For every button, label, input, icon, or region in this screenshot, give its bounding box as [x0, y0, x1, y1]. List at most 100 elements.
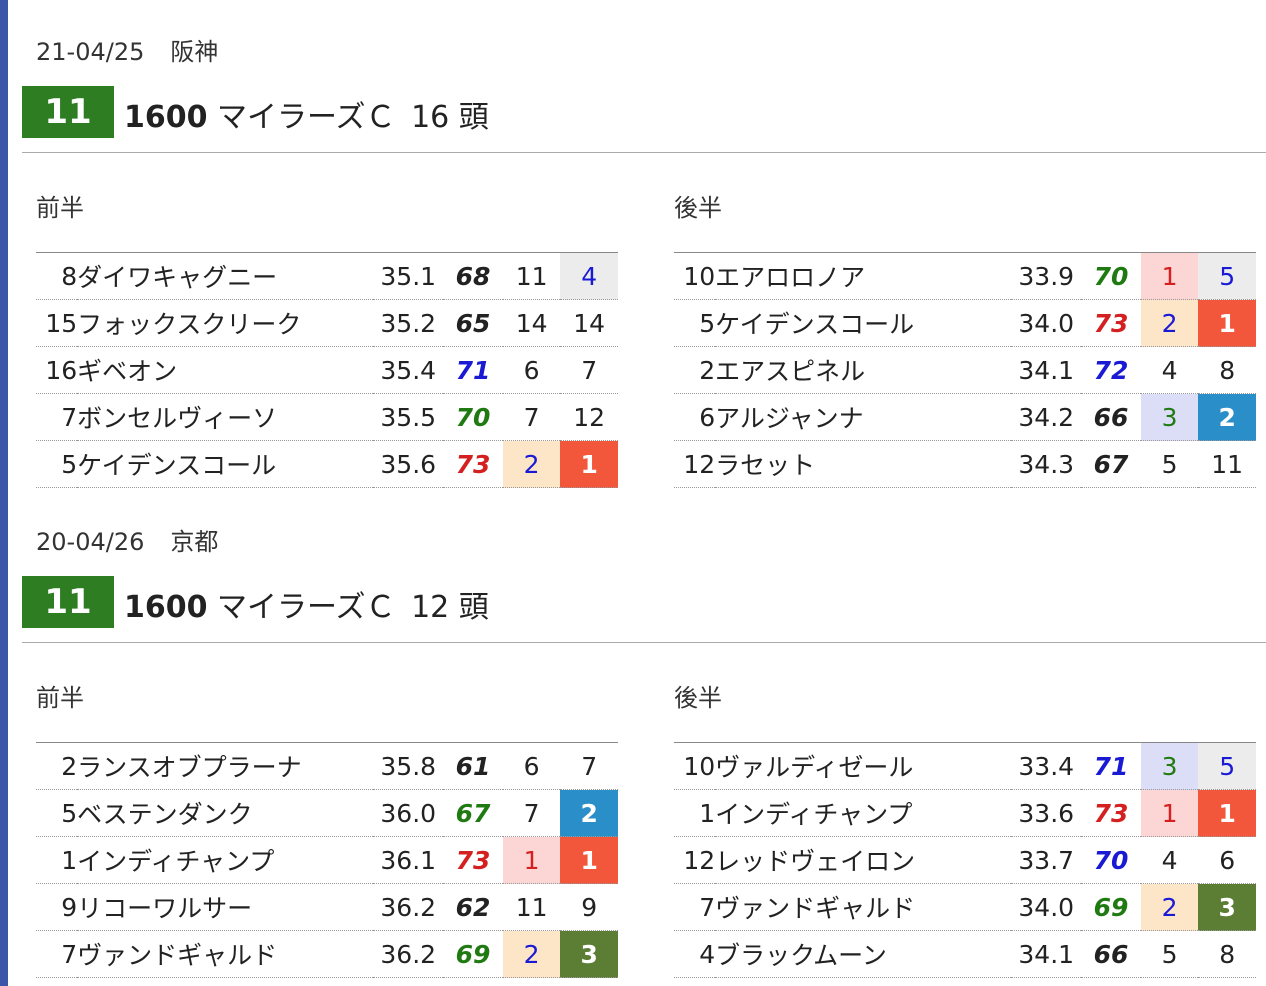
table-row: 10 エアロロノア 33.9 70 1 5: [674, 252, 1256, 300]
horse-number: 7: [674, 883, 716, 931]
split-time: 33.7: [1011, 836, 1082, 884]
horse-number: 10: [674, 252, 716, 300]
race-date-line: 20-04/26 京都: [36, 522, 218, 557]
rank-a: 2: [1140, 883, 1199, 931]
table-row: 7 ヴァンドギャルド 34.0 69 2 3: [674, 883, 1256, 931]
horse-number: 5: [674, 299, 716, 347]
rank-b: 1: [560, 836, 618, 884]
split-time: 34.0: [1011, 299, 1082, 347]
horse-name[interactable]: ダイワキャグニー: [77, 252, 374, 300]
rank-b: 4: [560, 252, 618, 300]
horse-name[interactable]: ヴァルディゼール: [715, 742, 1012, 790]
horse-name[interactable]: インディチャンプ: [77, 836, 374, 884]
second-half-label: 後半: [674, 194, 722, 222]
horse-name[interactable]: ケイデンスコール: [77, 440, 374, 488]
horse-name[interactable]: エアロロノア: [715, 252, 1012, 300]
race-header: 11 1600 マイラーズＣ 16 頭: [22, 86, 1266, 138]
horse-name[interactable]: ブラックムーン: [715, 930, 1012, 978]
speed-index: 68: [443, 252, 503, 300]
table-row: 5 ケイデンスコール 34.0 73 2 1: [674, 299, 1256, 347]
horse-name[interactable]: レッドヴェイロン: [715, 836, 1012, 884]
first_half-table: 2 ランスオブプラーナ 35.8 61 6 7 5 ベステンダンク 36.0 67 7 2 1 インディチ…: [36, 742, 618, 978]
rank-a: 1: [1140, 789, 1199, 837]
speed-index: 66: [1081, 393, 1141, 441]
first-half-label: 前半: [36, 194, 84, 222]
horse-name[interactable]: リコーワルサー: [77, 883, 374, 931]
table-row: 2 ランスオブプラーナ 35.8 61 6 7: [36, 742, 618, 790]
split-time: 34.2: [1011, 393, 1082, 441]
horse-number: 8: [36, 252, 78, 300]
horse-number: 12: [674, 440, 716, 488]
rank-a: 7: [502, 789, 561, 837]
table-row: 1 インディチャンプ 36.1 73 1 1: [36, 836, 618, 884]
horse-name[interactable]: ボンセルヴィーソ: [77, 393, 374, 441]
second_half-table: 10 エアロロノア 33.9 70 1 5 5 ケイデンスコール 34.0 73 2 1 2 エアスピネル…: [674, 252, 1256, 488]
horse-name[interactable]: エアスピネル: [715, 346, 1012, 394]
rank-a: 7: [502, 393, 561, 441]
table-row: 12 レッドヴェイロン 33.7 70 4 6: [674, 836, 1256, 884]
rank-b: 14: [560, 299, 618, 347]
table-row: 2 エアスピネル 34.1 72 4 8: [674, 346, 1256, 394]
table-row: 5 ベステンダンク 36.0 67 7 2: [36, 789, 618, 837]
race-venue: 京都: [170, 528, 219, 556]
rank-a: 6: [502, 346, 561, 394]
race-title[interactable]: 1600 マイラーズＣ 16 頭: [124, 92, 489, 136]
split-time: 35.2: [373, 299, 444, 347]
split-time: 36.0: [373, 789, 444, 837]
rank-b: 12: [560, 393, 618, 441]
second-half-label: 後半: [674, 684, 722, 712]
horse-name[interactable]: ケイデンスコール: [715, 299, 1012, 347]
horse-name[interactable]: フォックスクリーク: [77, 299, 374, 347]
table-row: 7 ヴァンドギャルド 36.2 69 2 3: [36, 930, 618, 978]
race-distance: 1600: [124, 100, 208, 135]
horse-name[interactable]: ランスオブプラーナ: [77, 742, 374, 790]
speed-index: 62: [443, 883, 503, 931]
race-date: 21-04/25: [36, 38, 145, 66]
rank-a: 3: [1140, 393, 1199, 441]
table-row: 15 フォックスクリーク 35.2 65 14 14: [36, 299, 618, 347]
horse-number: 4: [674, 930, 716, 978]
table-row: 4 ブラックムーン 34.1 66 5 8: [674, 930, 1256, 978]
speed-index: 70: [1081, 252, 1141, 300]
race-field-size: 16 頭: [411, 100, 489, 135]
speed-index: 73: [1081, 789, 1141, 837]
race-field-size: 12 頭: [411, 590, 489, 625]
speed-index: 70: [443, 393, 503, 441]
rank-a: 2: [1140, 299, 1199, 347]
speed-index: 67: [443, 789, 503, 837]
rank-b: 2: [560, 789, 618, 837]
race-number-badge[interactable]: 11: [22, 86, 114, 138]
rank-a: 5: [1140, 440, 1199, 488]
table-row: 10 ヴァルディゼール 33.4 71 3 5: [674, 742, 1256, 790]
horse-name[interactable]: ギベオン: [77, 346, 374, 394]
speed-index: 61: [443, 742, 503, 790]
horse-name[interactable]: インディチャンプ: [715, 789, 1012, 837]
table-row: 1 インディチャンプ 33.6 73 1 1: [674, 789, 1256, 837]
horse-name[interactable]: アルジャンナ: [715, 393, 1012, 441]
split-time: 33.6: [1011, 789, 1082, 837]
horse-number: 9: [36, 883, 78, 931]
table-row: 9 リコーワルサー 36.2 62 11 9: [36, 883, 618, 931]
race-date-line: 21-04/25 阪神: [36, 32, 218, 67]
race-title[interactable]: 1600 マイラーズＣ 12 頭: [124, 582, 489, 626]
speed-index: 69: [1081, 883, 1141, 931]
horse-number: 2: [36, 742, 78, 790]
horse-number: 7: [36, 393, 78, 441]
speed-index: 73: [1081, 299, 1141, 347]
speed-index: 72: [1081, 346, 1141, 394]
horse-name[interactable]: ヴァンドギャルド: [715, 883, 1012, 931]
split-time: 35.6: [373, 440, 444, 488]
horse-name[interactable]: ラセット: [715, 440, 1012, 488]
split-time: 35.5: [373, 393, 444, 441]
race-header: 11 1600 マイラーズＣ 12 頭: [22, 576, 1266, 628]
table-row: 16 ギベオン 35.4 71 6 7: [36, 346, 618, 394]
rank-a: 5: [1140, 930, 1199, 978]
rank-b: 11: [1198, 440, 1256, 488]
race-number-badge[interactable]: 11: [22, 576, 114, 628]
rank-a: 11: [502, 883, 561, 931]
horse-name[interactable]: ヴァンドギャルド: [77, 930, 374, 978]
rank-a: 2: [502, 930, 561, 978]
left-accent-bar: [0, 0, 8, 986]
rank-b: 7: [560, 346, 618, 394]
horse-name[interactable]: ベステンダンク: [77, 789, 374, 837]
